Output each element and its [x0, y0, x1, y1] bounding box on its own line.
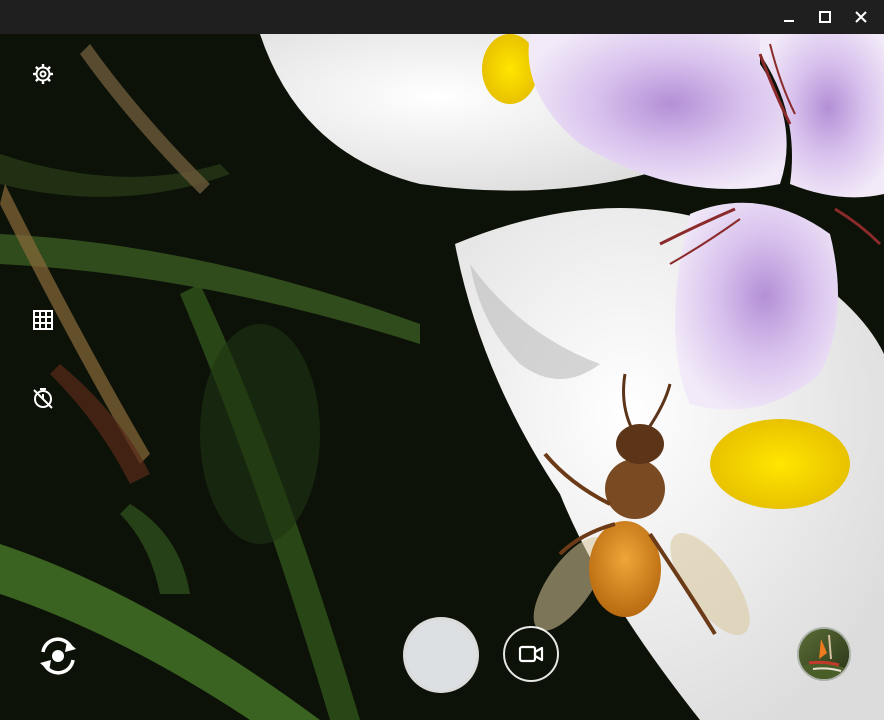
- preview-image: [0, 34, 884, 720]
- grid-button[interactable]: [27, 304, 59, 336]
- settings-button[interactable]: [27, 58, 59, 90]
- video-camera-icon: [518, 645, 544, 663]
- maximize-icon: [819, 11, 831, 23]
- gear-icon: [33, 64, 53, 84]
- minimize-button[interactable]: [772, 0, 806, 34]
- close-button[interactable]: [844, 0, 878, 34]
- grid-icon: [33, 310, 53, 330]
- timer-off-icon: [33, 388, 53, 409]
- switch-camera-button[interactable]: [30, 628, 86, 684]
- minimize-icon: [784, 20, 794, 22]
- title-bar: [0, 0, 884, 34]
- video-mode-button[interactable]: [503, 626, 559, 682]
- camera-preview: [0, 34, 884, 720]
- shutter-button[interactable]: [406, 620, 476, 690]
- gallery-thumbnail[interactable]: [797, 627, 851, 681]
- close-icon: [855, 11, 867, 23]
- gallery-preview-image: [799, 629, 849, 679]
- timer-button[interactable]: [27, 382, 59, 414]
- switch-camera-icon: [40, 637, 76, 675]
- maximize-button[interactable]: [808, 0, 842, 34]
- camera-window: [0, 0, 884, 720]
